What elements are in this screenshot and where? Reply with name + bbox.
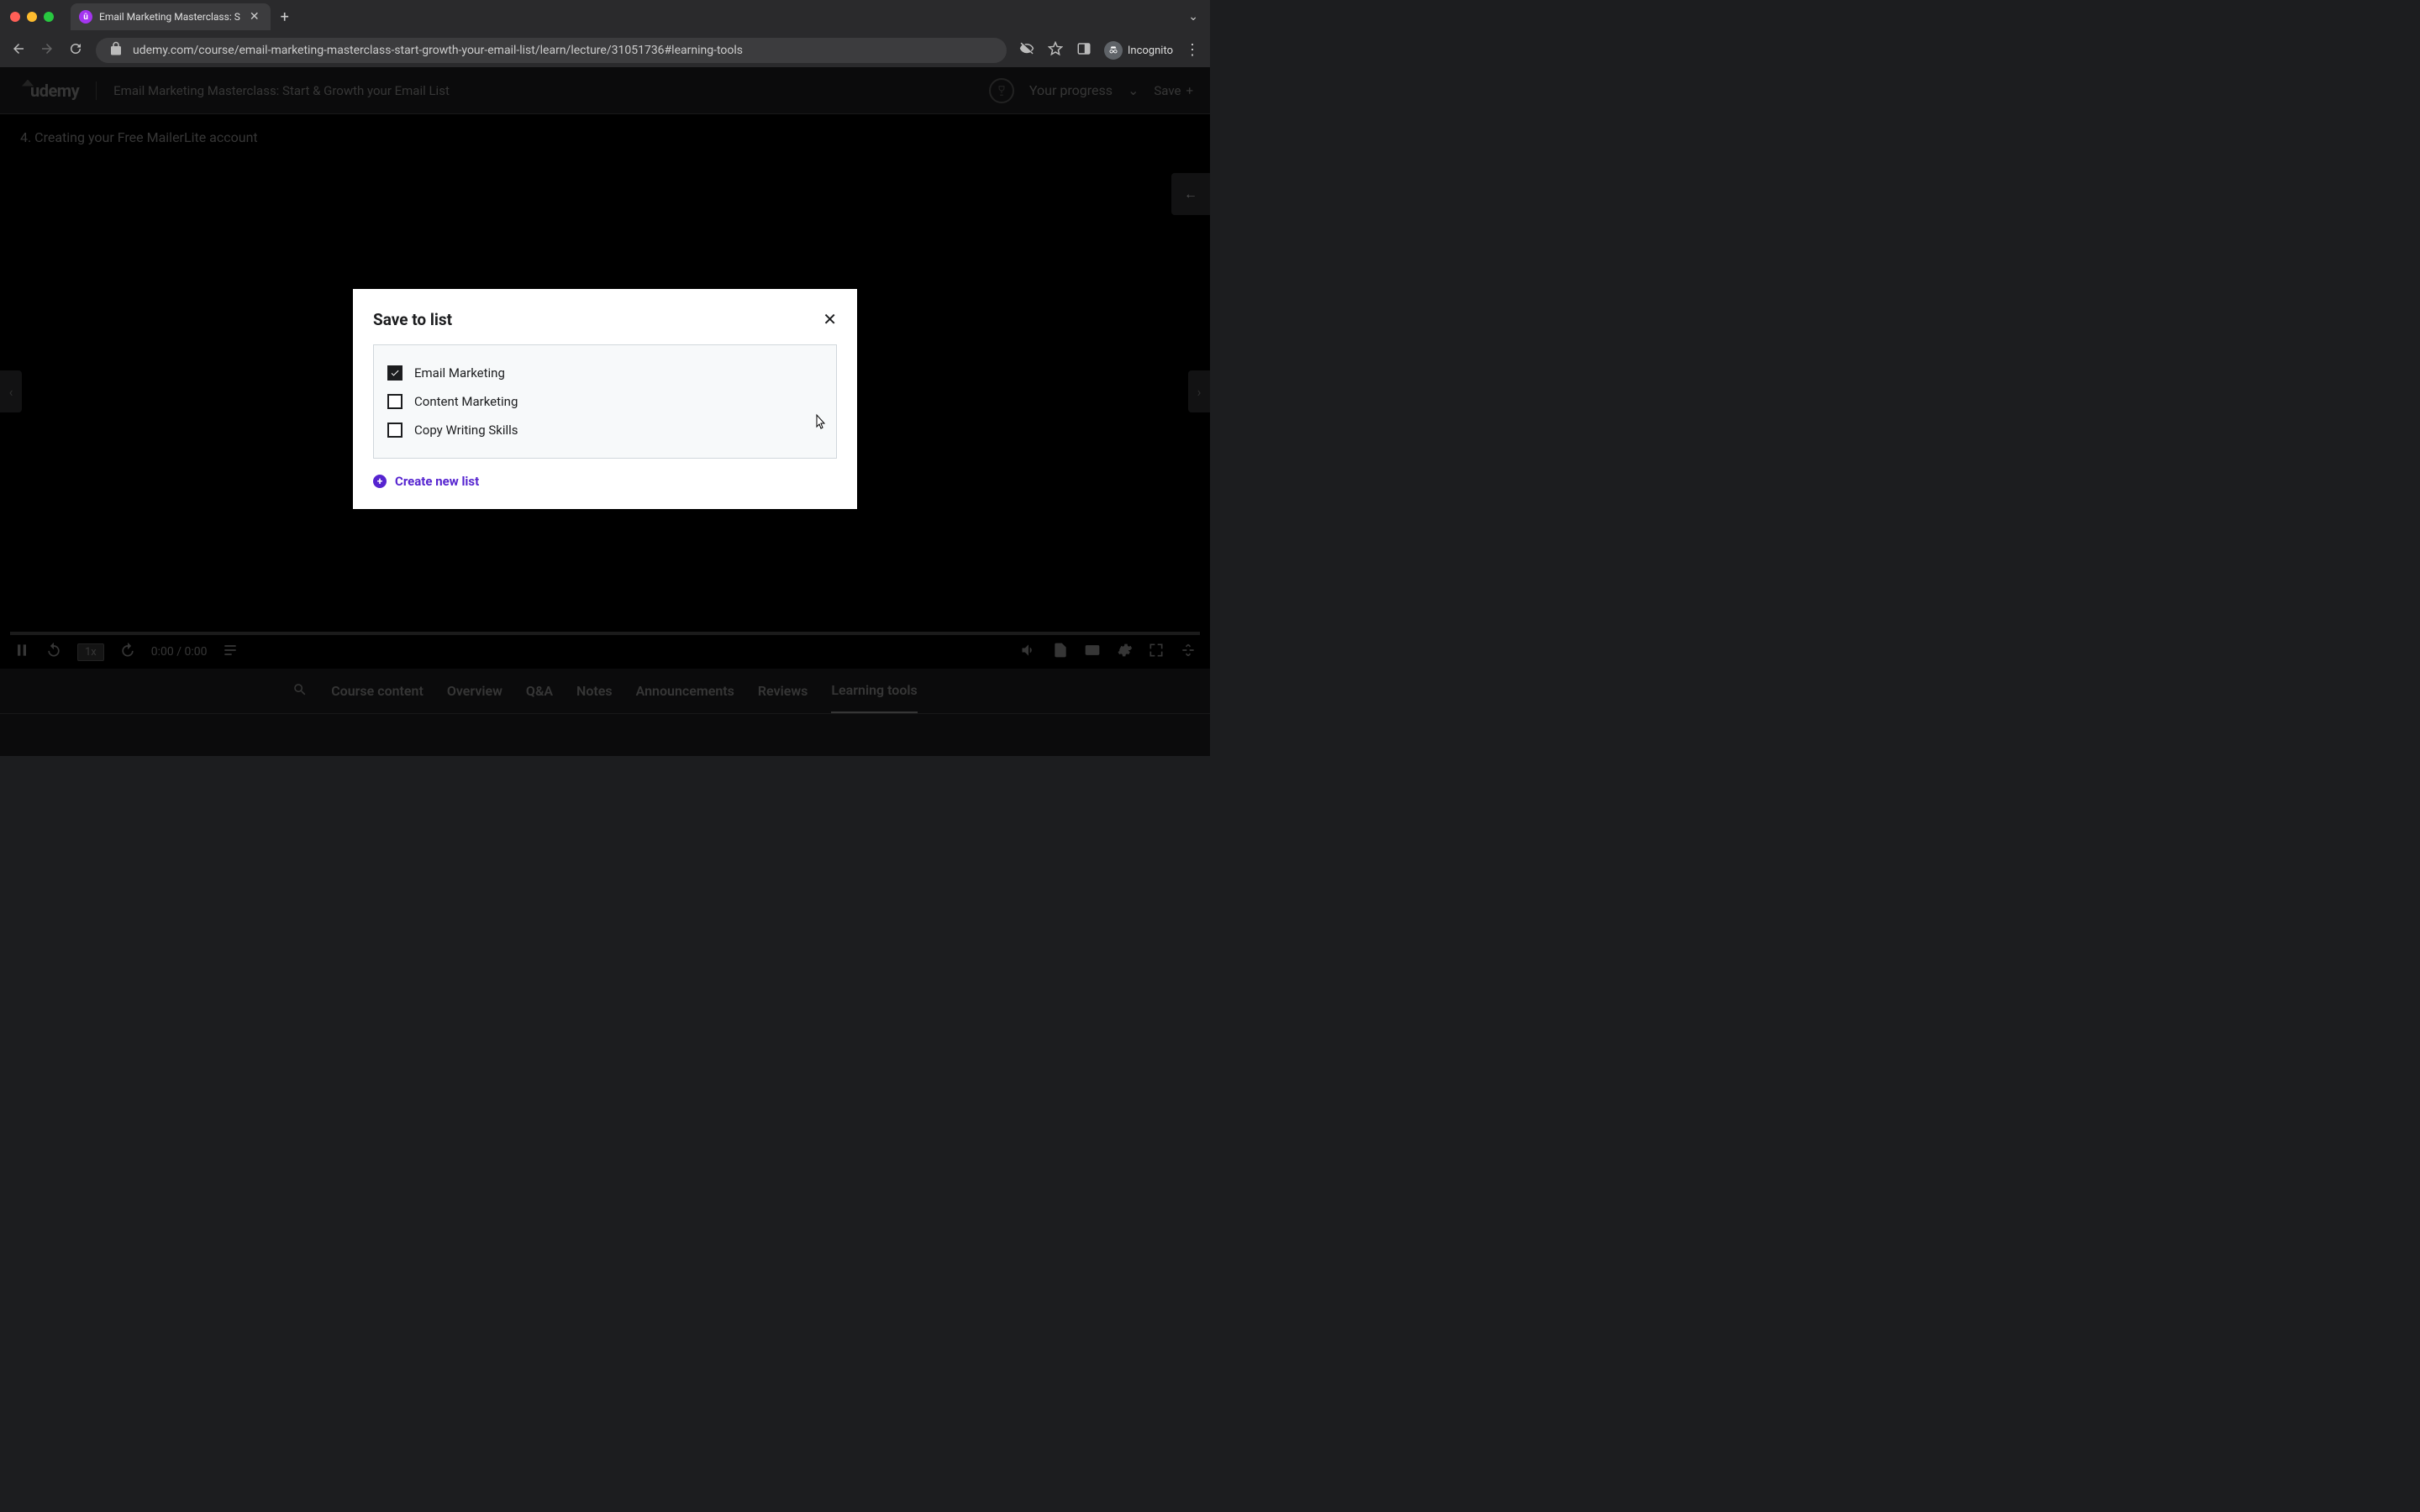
lock-icon [108, 41, 124, 60]
window-controls [10, 12, 54, 22]
forward-button[interactable] [39, 41, 55, 60]
maximize-window-button[interactable] [44, 12, 54, 22]
reload-button[interactable] [67, 41, 84, 60]
url-text: udemy.com/course/email-marketing-masterc… [133, 44, 995, 57]
lists-container: Email Marketing Content Marketing Copy W… [373, 344, 837, 459]
tabs-overflow-icon[interactable]: ⌄ [1188, 10, 1198, 24]
window-titlebar: û Email Marketing Masterclass: S ✕ + ⌄ [0, 0, 1210, 34]
incognito-badge[interactable]: Incognito [1104, 41, 1173, 60]
list-label: Copy Writing Skills [414, 423, 518, 438]
star-icon[interactable] [1047, 41, 1064, 60]
create-new-label: Create new list [395, 474, 479, 489]
toolbar-right: Incognito ⋮ [1018, 41, 1200, 60]
incognito-icon [1104, 41, 1123, 60]
checkbox-checked[interactable] [387, 365, 402, 381]
menu-icon[interactable]: ⋮ [1185, 43, 1200, 58]
minimize-window-button[interactable] [27, 12, 37, 22]
toolbar: udemy.com/course/email-marketing-masterc… [0, 34, 1210, 67]
list-item[interactable]: Content Marketing [387, 387, 823, 416]
list-label: Content Marketing [414, 394, 518, 409]
list-label: Email Marketing [414, 365, 505, 381]
tab-close-icon[interactable]: ✕ [247, 10, 262, 24]
list-item[interactable]: Copy Writing Skills [387, 416, 823, 444]
list-item[interactable]: Email Marketing [387, 359, 823, 387]
save-to-list-modal: Save to list ✕ Email Marketing Content M… [353, 289, 857, 509]
panel-icon[interactable] [1076, 41, 1092, 60]
eye-off-icon[interactable] [1018, 41, 1035, 60]
new-tab-button[interactable]: + [281, 8, 289, 26]
incognito-label: Incognito [1128, 45, 1173, 57]
close-window-button[interactable] [10, 12, 20, 22]
close-icon[interactable]: ✕ [823, 309, 837, 329]
create-new-list-button[interactable]: + Create new list [373, 474, 837, 489]
address-bar[interactable]: udemy.com/course/email-marketing-masterc… [96, 38, 1007, 63]
back-button[interactable] [10, 41, 27, 60]
modal-title: Save to list [373, 310, 452, 329]
tab-favicon: û [79, 10, 92, 24]
tab-title: Email Marketing Masterclass: S [99, 11, 240, 23]
browser-tab[interactable]: û Email Marketing Masterclass: S ✕ [71, 3, 271, 30]
browser-chrome: û Email Marketing Masterclass: S ✕ + ⌄ u… [0, 0, 1210, 67]
plus-circle-icon: + [373, 475, 387, 488]
checkbox-unchecked[interactable] [387, 423, 402, 438]
modal-header: Save to list ✕ [373, 309, 837, 329]
checkbox-unchecked[interactable] [387, 394, 402, 409]
